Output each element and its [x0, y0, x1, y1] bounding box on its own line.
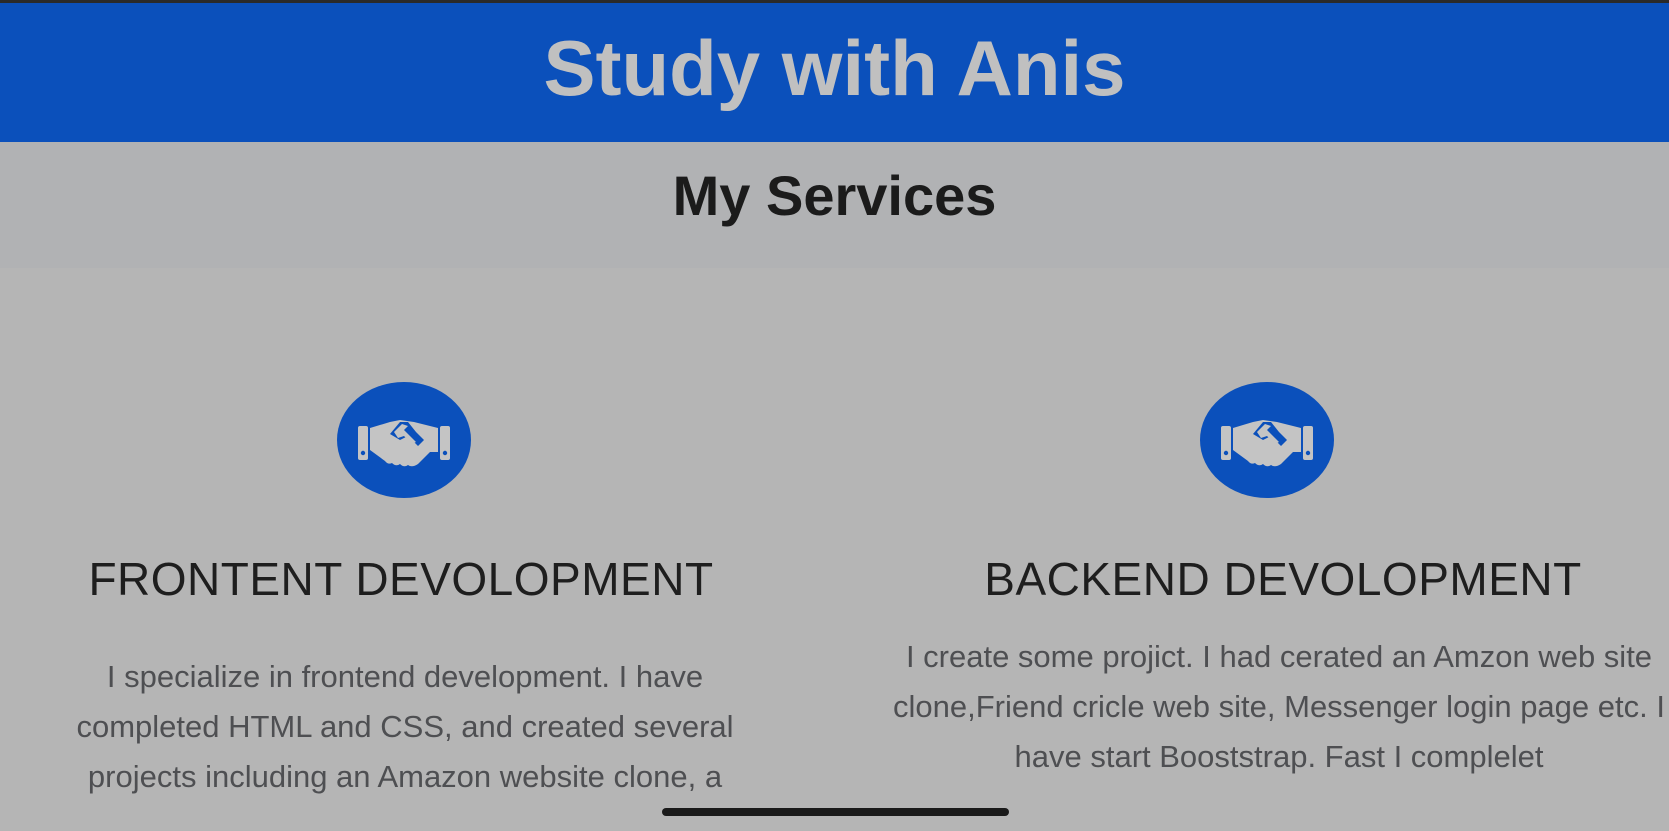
service-title: BACKEND DEVOLOPMENT — [984, 553, 1582, 605]
services-section: FRONTENT DEVOLOPMENT I specialize in fro… — [0, 268, 1669, 831]
service-description: I create some projict. I had cerated an … — [893, 639, 1665, 774]
services-heading: My Services — [672, 163, 997, 227]
site-title: Study with Anis — [543, 24, 1126, 112]
service-card-frontend: FRONTENT DEVOLOPMENT I specialize in fro… — [0, 268, 834, 831]
service-card-backend: BACKEND DEVOLOPMENT I create some projic… — [834, 268, 1668, 831]
handshake-icon — [337, 382, 471, 498]
service-description: I specialize in frontend development. I … — [76, 659, 734, 794]
home-indicator[interactable] — [662, 808, 1009, 816]
services-heading-band: My Services — [0, 142, 1669, 268]
handshake-icon — [1200, 382, 1334, 498]
site-header: Study with Anis — [0, 3, 1669, 142]
service-title: FRONTENT DEVOLOPMENT — [88, 553, 714, 605]
